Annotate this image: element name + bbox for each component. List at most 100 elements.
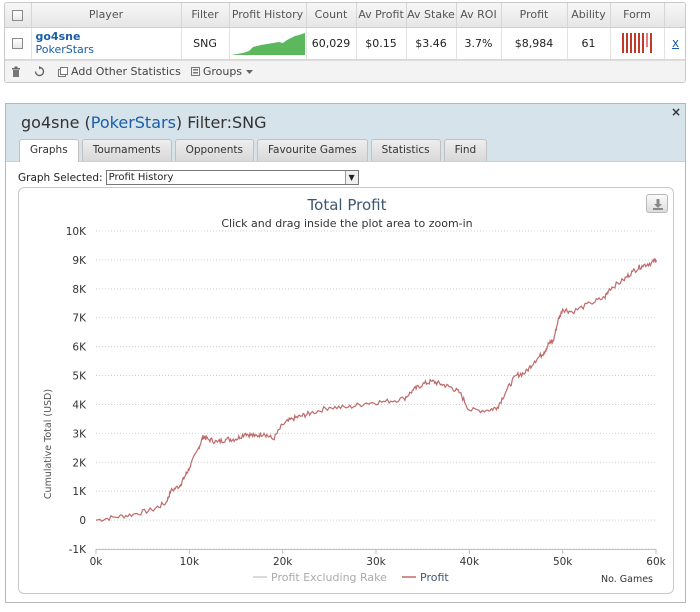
chart-subtitle: Click and drag inside the plot area to z… [221, 217, 472, 230]
delete-icon[interactable] [11, 66, 24, 77]
count-cell: 60,029 [306, 27, 357, 60]
column-header-filter[interactable]: Filter [181, 3, 230, 28]
add-other-statistics-label: Add Other Statistics [71, 65, 181, 78]
groups-dropdown[interactable]: Groups [190, 65, 257, 78]
y-tick-label: 8K [72, 284, 87, 296]
column-header-av-roi[interactable]: Av ROI [456, 3, 502, 28]
chart-x-ticks: 0k 10k 20k 30k 40k 50k 60k [90, 549, 667, 568]
legend-label: Profit Excluding Rake [271, 571, 387, 584]
series-line-profit [95, 257, 657, 522]
player-stats-table: Player Filter Profit History Count Av Pr… [5, 3, 685, 60]
graph-select-dropdown[interactable]: Profit History ▼ [105, 170, 359, 185]
x-tick-label: 50k [553, 556, 573, 568]
x-tick-label: 20k [273, 556, 293, 568]
add-statistics-icon [58, 66, 68, 77]
player-name-link[interactable]: go4sne [36, 30, 181, 43]
window-title-filter: ) Filter:SNG [175, 113, 267, 132]
column-header-av-stake[interactable]: Av Stake [406, 3, 457, 28]
player-stats-panel: Player Filter Profit History Count Av Pr… [4, 2, 686, 83]
chart-grid [96, 230, 656, 550]
select-all-header[interactable] [5, 3, 32, 28]
x-tick-label: 0k [90, 556, 104, 568]
av-stake-cell: $3.46 [406, 27, 457, 60]
column-header-player[interactable]: Player [31, 3, 182, 28]
download-chart-button[interactable] [646, 194, 668, 213]
column-header-ability[interactable]: Ability [567, 3, 611, 28]
tab-statistics[interactable]: Statistics [370, 139, 441, 161]
y-tick-label: 9K [72, 255, 87, 267]
profit-history-cell[interactable] [229, 27, 307, 60]
y-tick-label: 0 [79, 515, 86, 527]
profit-chart[interactable]: Total Profit Click and drag inside the p… [19, 188, 675, 595]
y-tick-label: 6K [72, 342, 87, 354]
av-roi-cell: 3.7% [456, 27, 502, 60]
graph-select-value: Profit History [108, 172, 174, 183]
table-row: go4sne PokerStars SNG 60,029 $0.15 $3.46… [5, 27, 685, 60]
chart-frame: Total Profit Click and drag inside the p… [18, 187, 674, 594]
y-tick-label: 1K [72, 486, 87, 498]
stats-toolbar: Add Other Statistics Groups [5, 59, 685, 82]
column-header-form[interactable]: Form [610, 3, 665, 28]
window-tabs: Graphs Tournaments Opponents Favourite G… [19, 139, 488, 162]
groups-icon [190, 67, 200, 76]
dropdown-arrow-icon[interactable]: ▼ [344, 171, 358, 184]
profit-sparkline[interactable] [230, 31, 305, 55]
form-bars [622, 33, 652, 53]
refresh-icon[interactable] [34, 66, 48, 77]
remove-player-button[interactable]: x [672, 36, 679, 50]
player-window: go4sne (PokerStars) Filter:SNG × Graphs … [5, 103, 686, 603]
y-tick-label: -1K [69, 544, 87, 556]
tab-tournaments[interactable]: Tournaments [81, 139, 172, 161]
graph-selected-label: Graph Selected: [18, 171, 103, 184]
column-header-av-profit[interactable]: Av Profit [356, 3, 407, 28]
row-checkbox[interactable] [12, 38, 24, 49]
x-tick-label: 30k [366, 556, 386, 568]
remove-cell: x [664, 27, 685, 60]
window-title-player: go4sne [21, 113, 80, 132]
x-tick-label: 10k [180, 556, 200, 568]
y-tick-label: 10K [66, 226, 87, 238]
chart-title: Total Profit [307, 196, 387, 214]
chart-series [95, 257, 657, 522]
y-tick-label: 4K [72, 399, 87, 411]
player-site-link[interactable]: PokerStars [36, 43, 181, 56]
tab-opponents[interactable]: Opponents [174, 139, 254, 161]
window-title: go4sne (PokerStars) Filter:SNG [21, 113, 267, 132]
form-cell [610, 27, 665, 60]
tab-favourite-games[interactable]: Favourite Games [256, 139, 368, 161]
y-tick-label: 7K [72, 313, 87, 325]
filter-cell: SNG [181, 27, 230, 60]
ability-cell: 61 [567, 27, 611, 60]
row-select-cell[interactable] [5, 27, 32, 60]
window-title-site[interactable]: PokerStars [91, 113, 176, 132]
close-window-icon[interactable]: × [671, 105, 681, 119]
chart-y-ticks: -1K 0 1K 2K 3K 4K 5K 6K 7K 8K 9K 10K [66, 226, 87, 556]
column-header-actions [664, 3, 685, 28]
av-profit-cell: $0.15 [356, 27, 407, 60]
chevron-down-icon [246, 69, 254, 74]
column-header-profit[interactable]: Profit [501, 3, 568, 28]
tab-graphs[interactable]: Graphs [19, 139, 79, 162]
chart-legend[interactable]: Profit Excluding Rake Profit [253, 571, 449, 584]
profit-cell: $8,984 [501, 27, 568, 60]
player-cell: go4sne PokerStars [31, 27, 182, 60]
y-tick-label: 2K [72, 457, 87, 469]
y-tick-label: 5K [72, 371, 87, 383]
graph-select-row: Graph Selected: Profit History ▼ [18, 170, 359, 185]
tab-find[interactable]: Find [443, 139, 488, 161]
window-header: go4sne (PokerStars) Filter:SNG × Graphs … [6, 104, 685, 162]
add-other-statistics-button[interactable]: Add Other Statistics [58, 65, 181, 78]
legend-label: Profit [420, 571, 449, 584]
groups-label: Groups [202, 65, 243, 78]
chart-x-axis-label: No. Games [601, 574, 653, 585]
column-header-count[interactable]: Count [306, 3, 357, 28]
download-icon [653, 199, 663, 210]
table-header-row: Player Filter Profit History Count Av Pr… [5, 3, 685, 28]
x-tick-label: 40k [460, 556, 480, 568]
column-header-profit-history[interactable]: Profit History [229, 3, 307, 28]
chart-y-axis-label: Cumulative Total (USD) [43, 389, 54, 499]
window-title-open-paren: ( [79, 113, 91, 132]
select-all-checkbox[interactable] [12, 9, 24, 21]
y-tick-label: 3K [72, 428, 87, 440]
x-tick-label: 60k [646, 556, 666, 568]
